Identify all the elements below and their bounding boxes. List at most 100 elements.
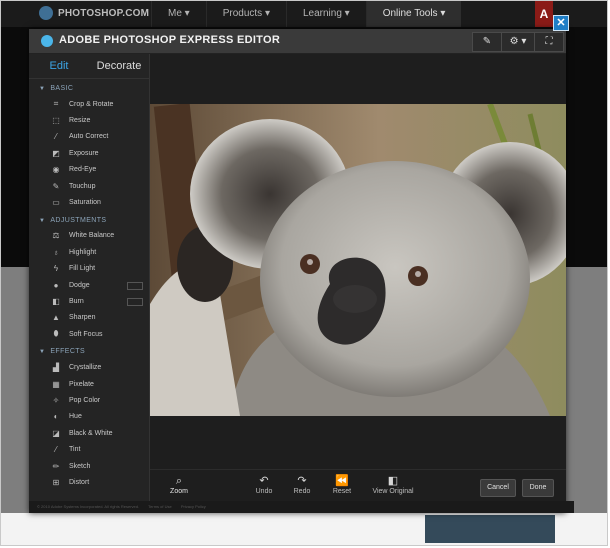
privacy-link[interactable]: Privacy Policy [181, 504, 206, 509]
tool-label: Resize [69, 117, 91, 125]
reset-button[interactable]: ⏪ Reset [330, 474, 354, 495]
nav-me[interactable]: Me ▾ [151, 1, 206, 27]
magic-wand-icon: ⁄ [55, 132, 57, 142]
tool-label: Soft Focus [69, 330, 103, 338]
tool-label: Red-Eye [69, 166, 97, 174]
background-thumbnail [425, 515, 555, 543]
fullscreen-button[interactable]: ⛶ [534, 32, 564, 52]
tool-crystallize[interactable]: ▟ Crystallize [29, 359, 149, 375]
burn-badge-icon [127, 298, 143, 307]
eye-icon: ◉ [52, 165, 60, 175]
tool-highlight[interactable]: ♁ Highlight [29, 244, 149, 260]
tool-distort[interactable]: ⊞ Distort [29, 474, 149, 490]
copyright-text: © 2010 Adobe Systems Incorporated. All r… [37, 504, 140, 509]
dodge-badge-icon [127, 281, 143, 290]
tab-decorate[interactable]: Decorate [89, 54, 149, 78]
tab-edit[interactable]: Edit [29, 54, 89, 78]
tool-label: Touchup [69, 182, 96, 190]
brush-tool-button[interactable]: ✎ [472, 32, 502, 52]
tool-label: Tint [69, 446, 81, 454]
tool-sharpen[interactable]: ▲ Sharpen [29, 310, 149, 326]
distort-grid-icon: ⊞ [52, 477, 60, 487]
nav-online-tools[interactable]: Online Tools ▾ [365, 1, 462, 27]
editor-logo-icon [41, 35, 53, 47]
tool-saturation[interactable]: ▭ Saturation [29, 194, 149, 210]
tool-touchup[interactable]: ✎ Touchup [29, 178, 149, 194]
exposure-icon: ◩ [52, 148, 60, 158]
crop-icon: ⌗ [53, 99, 59, 109]
compare-icon: ◧ [387, 475, 399, 487]
magnifier-icon: ⌕ [175, 475, 183, 487]
terms-link[interactable]: Terms of Use [148, 504, 172, 509]
photoshop-express-editor: ADOBE PHOTOSHOP EXPRESS EDITOR ✎ ⚙ ▾ ⛶ E… [29, 29, 574, 513]
tool-label: Auto Correct [69, 133, 109, 141]
reset-icon: ⏪ [335, 475, 349, 487]
editor-footer: © 2010 Adobe Systems Incorporated. All r… [29, 501, 574, 513]
section-basic-header[interactable]: ▼ BASIC [29, 82, 149, 96]
tool-label: Crop & Rotate [69, 100, 114, 108]
section-adjustments-label: ADJUSTMENTS [50, 216, 107, 224]
zoom-button[interactable]: ⌕ Zoom [164, 474, 194, 495]
undo-label: Undo [255, 488, 273, 495]
undo-button[interactable]: ↶ Undo [252, 474, 276, 495]
cancel-button[interactable]: Cancel [480, 479, 516, 497]
tool-pop-color[interactable]: ✧ Pop Color [29, 392, 149, 408]
site-nav: Me ▾ Products ▾ Learning ▾ Online Tools … [151, 1, 462, 27]
tool-burn[interactable]: ◧ Burn [29, 293, 149, 309]
tool-label: Pixelate [69, 380, 94, 388]
done-button[interactable]: Done [522, 479, 554, 497]
tool-red-eye[interactable]: ◉ Red-Eye [29, 162, 149, 178]
view-original-button[interactable]: ◧ View Original [368, 474, 418, 495]
reset-label: Reset [332, 488, 352, 495]
lightning-icon: ϟ [53, 264, 59, 274]
burn-icon: ◧ [52, 296, 60, 306]
photoshop-logo-icon [39, 6, 53, 20]
collapse-arrow-icon: ▼ [39, 349, 46, 356]
tool-resize[interactable]: ⬚ Resize [29, 112, 149, 128]
nav-products[interactable]: Products ▾ [205, 1, 286, 27]
saturation-icon: ▭ [52, 198, 60, 208]
bottom-toolbar: ⌕ Zoom ↶ Undo ↷ Redo ⏪ Reset ◧ View Orig… [150, 469, 566, 502]
tool-tint[interactable]: ⁄ Tint [29, 441, 149, 457]
section-adjustments-header[interactable]: ▼ ADJUSTMENTS [29, 214, 149, 228]
tool-sketch[interactable]: ✏ Sketch [29, 458, 149, 474]
tool-label: Fill Light [69, 265, 96, 273]
settings-gear-button[interactable]: ⚙ ▾ [501, 32, 535, 52]
tool-black-white[interactable]: ◪ Black & White [29, 425, 149, 441]
tool-white-balance[interactable]: ⚖ White Balance [29, 228, 149, 244]
section-basic-label: BASIC [50, 85, 74, 92]
tool-dodge[interactable]: ● Dodge [29, 277, 149, 293]
tool-auto-correct[interactable]: ⁄ Auto Correct [29, 129, 149, 145]
contrast-icon: ◪ [52, 428, 60, 438]
redo-icon: ↷ [297, 475, 307, 487]
tool-fill-light[interactable]: ϟ Fill Light [29, 261, 149, 277]
dodge-icon: ● [53, 280, 59, 290]
crystal-icon: ▟ [52, 363, 60, 373]
tool-label: Sketch [69, 462, 91, 470]
tool-label: Pop Color [69, 396, 101, 404]
lightbulb-icon: ♁ [53, 247, 59, 257]
tool-label: White Balance [69, 232, 115, 240]
tool-soft-focus[interactable]: ⬮ Soft Focus [29, 326, 149, 342]
droplet-icon: ⬮ [53, 329, 59, 339]
koala-photo[interactable] [150, 104, 566, 416]
adobe-logo[interactable]: A [535, 1, 553, 27]
tool-pixelate[interactable]: ▦ Pixelate [29, 376, 149, 392]
nav-learning[interactable]: Learning ▾ [285, 1, 366, 27]
editor-title: ADOBE PHOTOSHOP EXPRESS EDITOR [59, 34, 281, 46]
section-effects-label: EFFECTS [50, 348, 86, 356]
tool-label: Sharpen [69, 314, 96, 322]
close-icon[interactable]: ✕ [553, 15, 569, 31]
koala-image [150, 104, 566, 416]
sharpen-icon: ▲ [52, 313, 60, 323]
brush-icon: ✎ [52, 181, 60, 191]
tool-label: Dodge [69, 281, 90, 289]
tool-hue[interactable]: ◐ Hue [29, 409, 149, 425]
tool-crop-rotate[interactable]: ⌗ Crop & Rotate [29, 96, 149, 112]
tool-exposure[interactable]: ◩ Exposure [29, 145, 149, 161]
pixel-grid-icon: ▦ [52, 379, 60, 389]
section-effects-header[interactable]: ▼ EFFECTS [29, 345, 149, 359]
site-logo[interactable]: PHOTOSHOP.COM [39, 6, 149, 20]
site-topbar: PHOTOSHOP.COM Me ▾ Products ▾ Learning ▾… [1, 1, 607, 27]
redo-button[interactable]: ↷ Redo [290, 474, 314, 495]
